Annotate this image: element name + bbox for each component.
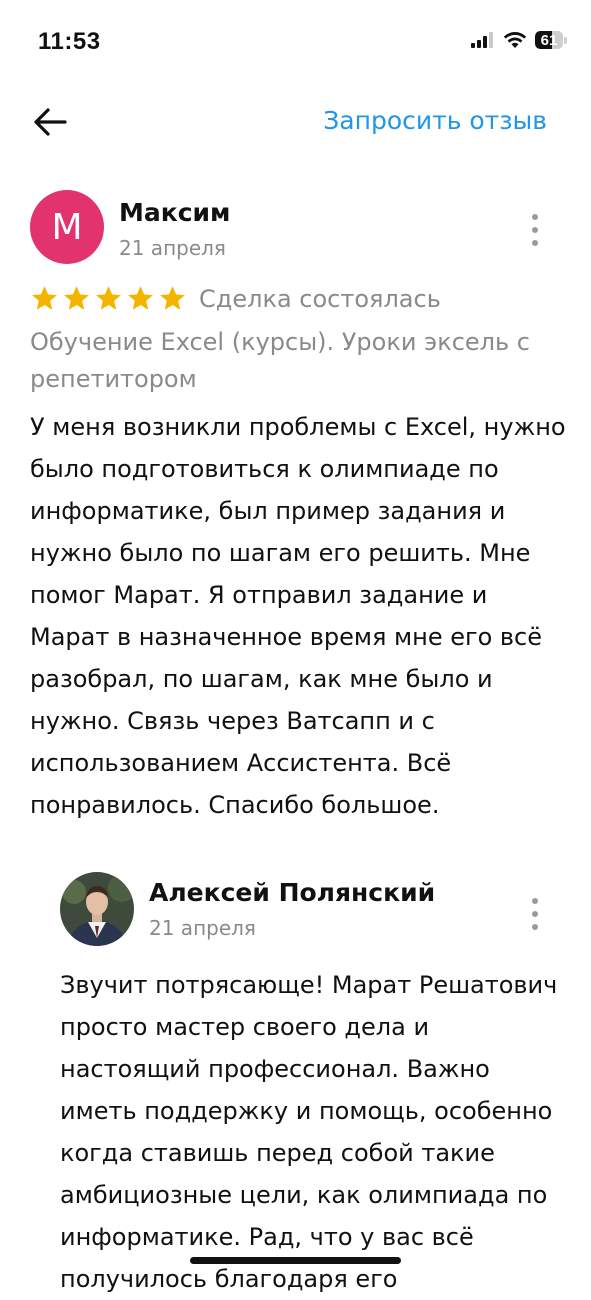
review-text: У меня возникли проблемы с Excel, нужно … bbox=[30, 413, 566, 819]
reply-date: 21 апреля bbox=[149, 916, 256, 940]
status-bar: 11:53 61 bbox=[0, 0, 591, 88]
status-icons: 61 bbox=[471, 30, 569, 50]
wifi-icon bbox=[503, 32, 527, 48]
star-icon bbox=[64, 286, 89, 310]
star-icon bbox=[128, 286, 153, 310]
battery-icon: 61 bbox=[535, 30, 569, 50]
star-icon bbox=[96, 286, 121, 310]
more-options-icon[interactable] bbox=[523, 214, 547, 246]
battery-level: 61 bbox=[540, 31, 558, 49]
avatar: M bbox=[30, 190, 104, 264]
back-button[interactable] bbox=[26, 98, 74, 146]
reply-text: Звучит потрясающе! Марат Решатович прост… bbox=[60, 971, 558, 1293]
rating-row: Сделка состоялась bbox=[30, 284, 441, 313]
cellular-signal-icon bbox=[471, 32, 493, 48]
reply-avatar bbox=[60, 872, 134, 946]
star-icon bbox=[32, 286, 57, 310]
deal-status: Сделка состоялась bbox=[199, 284, 441, 313]
home-indicator bbox=[190, 1257, 401, 1264]
avatar-letter: M bbox=[51, 206, 83, 248]
profile-photo bbox=[60, 872, 134, 946]
star-icon bbox=[160, 286, 185, 310]
rating-stars bbox=[30, 284, 187, 313]
status-time: 11:53 bbox=[38, 28, 101, 55]
service-title: Обучение Excel (курсы). Уроки эксель с р… bbox=[30, 328, 530, 393]
header: Запросить отзыв bbox=[0, 92, 591, 152]
request-review-link[interactable]: Запросить отзыв bbox=[323, 106, 547, 135]
review-author-name: Максим bbox=[119, 198, 231, 227]
reply-author-name: Алексей Полянский bbox=[149, 878, 436, 907]
review-date: 21 апреля bbox=[119, 236, 226, 260]
arrow-left-icon bbox=[34, 108, 67, 136]
reply-more-options-icon[interactable] bbox=[523, 898, 547, 930]
